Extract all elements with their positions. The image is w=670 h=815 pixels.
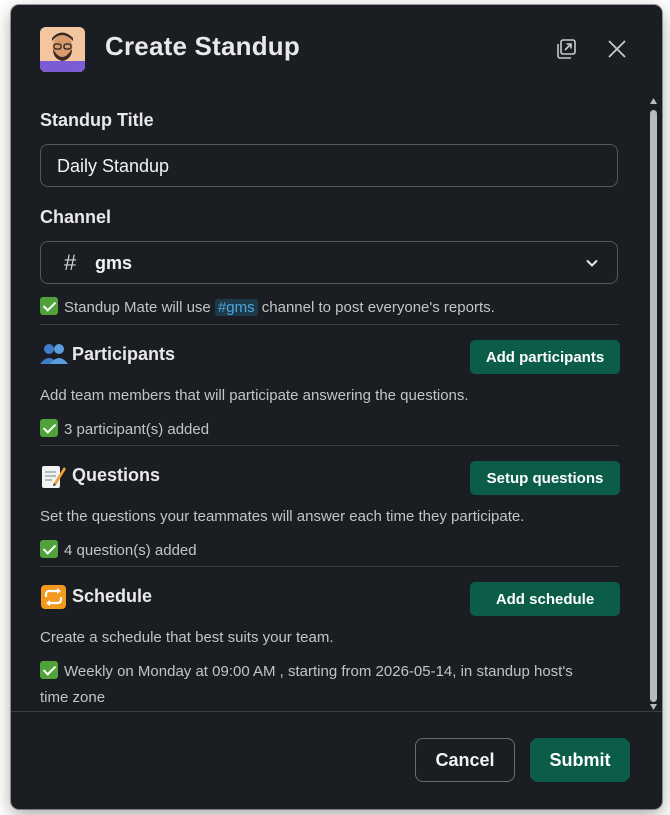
check-mark-icon	[40, 297, 58, 315]
divider	[40, 324, 619, 325]
participants-status: 3 participant(s) added	[40, 419, 209, 438]
modal-footer: Cancel Submit	[11, 711, 662, 809]
modal-title: Create Standup	[105, 31, 300, 61]
open-in-window-icon[interactable]	[552, 35, 580, 63]
channel-mention[interactable]: #gms	[214, 299, 258, 316]
hash-icon: #	[64, 250, 77, 275]
schedule-status-continued: time zone	[40, 689, 106, 706]
add-schedule-button[interactable]: Add schedule	[470, 582, 620, 616]
submit-button[interactable]: Submit	[530, 738, 630, 782]
divider	[40, 566, 619, 567]
schedule-description: Create a schedule that best suits your t…	[40, 629, 334, 646]
standup-title-value: Daily Standup	[57, 156, 170, 176]
schedule-heading: Schedule	[40, 584, 153, 609]
busts-in-silhouette-icon	[40, 342, 68, 366]
check-mark-icon	[40, 419, 58, 437]
questions-heading: Questions	[40, 463, 161, 488]
questions-status: 4 question(s) added	[40, 540, 197, 559]
divider	[40, 445, 619, 446]
chevron-down-icon	[585, 256, 599, 275]
channel-note: Standup Mate will use #gms channel to po…	[40, 297, 495, 316]
standup-title-label: Standup Title	[40, 110, 154, 130]
cancel-button[interactable]: Cancel	[415, 738, 515, 782]
participants-heading: Participants	[40, 342, 175, 366]
questions-description: Set the questions your teammates will an…	[40, 508, 525, 525]
modal-header: Create Standup	[11, 5, 662, 89]
repeat-icon	[40, 584, 67, 609]
scrollbar[interactable]	[648, 94, 658, 714]
app-avatar	[40, 27, 85, 72]
add-participants-button[interactable]: Add participants	[470, 340, 620, 374]
channel-select-value: gms	[95, 253, 133, 273]
participants-description: Add team members that will participate a…	[40, 387, 469, 404]
participants-title: Participants	[72, 343, 176, 364]
create-standup-modal: Create Standup Standup Title Daily Stand…	[11, 5, 662, 809]
scrollbar-thumb[interactable]	[650, 110, 657, 702]
memo-icon	[40, 463, 67, 488]
channel-label: Channel	[40, 207, 112, 227]
scroll-up-icon	[650, 98, 657, 104]
close-icon[interactable]	[603, 35, 631, 63]
check-mark-icon	[40, 540, 58, 558]
check-mark-icon	[40, 661, 58, 679]
schedule-title: Schedule	[72, 585, 153, 606]
channel-select[interactable]: # gms	[40, 241, 618, 284]
questions-title: Questions	[72, 464, 161, 485]
setup-questions-button[interactable]: Setup questions	[470, 461, 620, 495]
standup-title-input[interactable]: Daily Standup	[40, 144, 618, 187]
schedule-status: Weekly on Monday at 09:00 AM , starting …	[40, 661, 573, 680]
scroll-down-icon	[650, 704, 657, 710]
modal-body: Standup Title Daily Standup Channel # gm…	[11, 89, 649, 711]
